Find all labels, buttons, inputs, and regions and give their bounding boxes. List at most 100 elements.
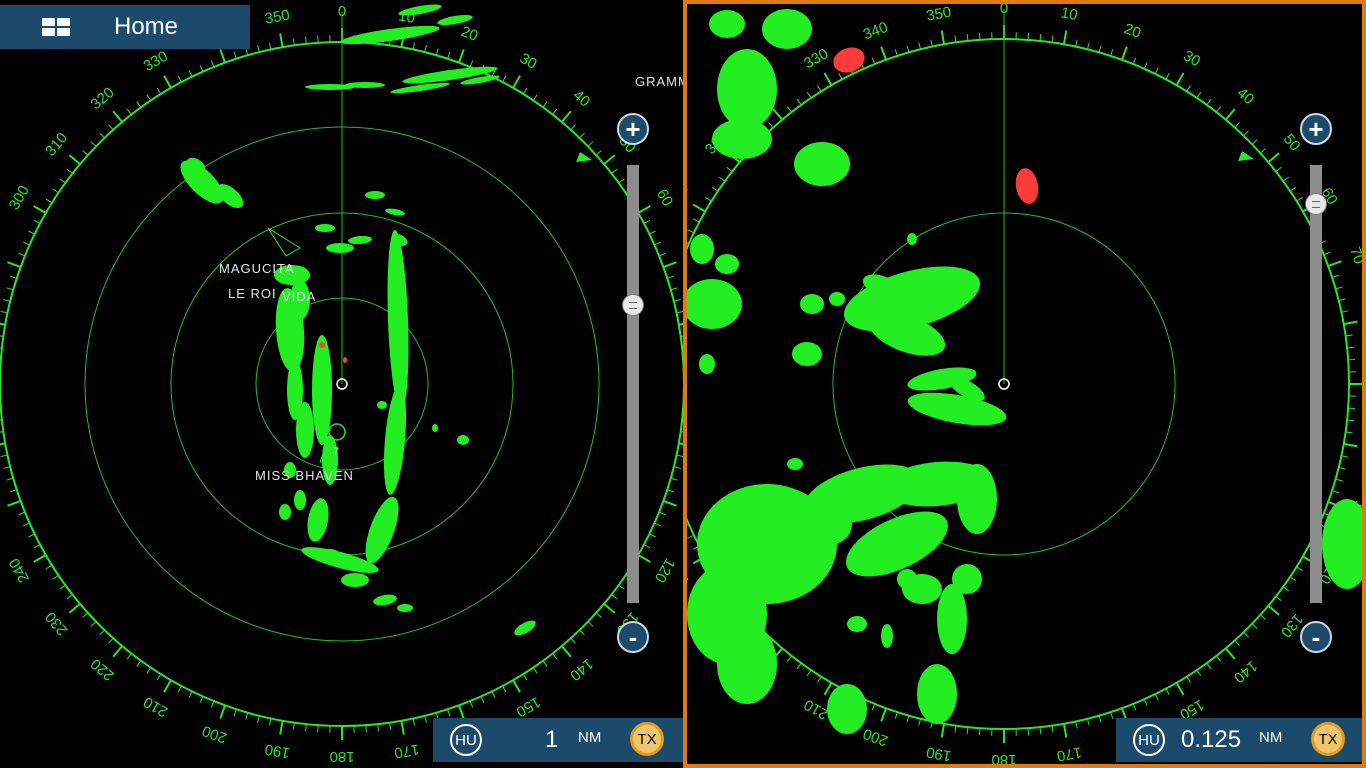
radar-echo	[907, 233, 917, 245]
radar-echo	[792, 342, 822, 366]
radar-echo	[762, 9, 812, 49]
bearing-tick	[894, 711, 898, 719]
bearing-label: 240	[687, 557, 692, 587]
bearing-tick	[188, 691, 193, 698]
bearing-label: 60	[653, 186, 676, 209]
bearing-tick	[768, 122, 774, 128]
bearing-tick	[1282, 176, 1290, 182]
radar-echo	[897, 569, 917, 589]
bearing-tick	[966, 33, 969, 41]
range-value[interactable]: 1	[545, 726, 558, 754]
orientation-button[interactable]: HU	[1133, 724, 1165, 756]
bearing-tick	[33, 205, 47, 214]
bearing-tick	[880, 46, 887, 61]
bearing-tick	[108, 124, 114, 131]
bearing-tick	[587, 621, 594, 627]
radar-echo	[712, 119, 772, 159]
bearing-tick	[59, 584, 66, 590]
orientation-button[interactable]: HU	[450, 724, 482, 756]
bearing-tick	[1196, 91, 1202, 99]
bearing-tick	[412, 42, 416, 50]
radar-pane-right[interactable]: 0102030405060708090100110120130140150160…	[683, 0, 1366, 768]
target-label[interactable]: MISS BHAVEN	[255, 468, 354, 483]
bearing-tick	[0, 310, 8, 314]
bearing-label: 210	[141, 693, 171, 720]
bearing-tick	[643, 544, 651, 549]
bearing-label: 140	[1230, 657, 1260, 686]
bearing-tick	[1331, 490, 1339, 494]
zoom-out-button[interactable]: -	[617, 621, 649, 653]
bearing-tick	[692, 218, 700, 223]
radar-echo	[397, 604, 413, 612]
radar-echo	[387, 230, 409, 410]
radar-display-left[interactable]: 0102030405060708090100110120130140150160…	[0, 0, 683, 768]
home-button[interactable]: Home	[0, 5, 250, 49]
bearing-tick	[532, 94, 538, 101]
bearing-label: 210	[801, 696, 831, 723]
bearing-label: 40	[570, 87, 594, 111]
bearing-tick	[1341, 310, 1349, 313]
target-label[interactable]: 7	[333, 446, 340, 458]
target-label[interactable]: GRAMM	[635, 74, 683, 89]
bearing-tick	[906, 715, 910, 723]
bearing-tick	[1216, 106, 1222, 113]
bearing-tick	[1110, 49, 1114, 57]
bearing-tick	[1132, 703, 1137, 711]
radar-pane-left[interactable]: 0102030405060708090100110120130140150160…	[0, 0, 683, 768]
bearing-tick	[1267, 604, 1280, 616]
bearing-tick	[1110, 711, 1114, 719]
bearing-tick	[502, 685, 507, 693]
bearing-tick	[918, 42, 922, 50]
bearing-tick	[400, 720, 405, 735]
bearing-tick	[806, 669, 812, 677]
bearing-tick	[210, 60, 215, 68]
range-value[interactable]: 0.125	[1181, 726, 1241, 754]
gain-slider[interactable]	[622, 165, 644, 603]
bearing-tick	[654, 522, 662, 527]
target-label[interactable]: LE ROI	[228, 286, 277, 301]
zoom-in-button[interactable]: +	[1300, 113, 1332, 145]
bearing-tick	[292, 38, 295, 46]
bearing-tick	[595, 612, 602, 618]
bearing-tick	[705, 197, 712, 202]
zoom-in-button[interactable]: +	[617, 113, 649, 145]
bearing-tick	[1051, 35, 1054, 43]
target-label[interactable]: VIDA	[282, 289, 316, 304]
bearing-label: 190	[925, 743, 953, 764]
bearing-label: 140	[566, 655, 596, 684]
bearing-tick	[45, 198, 53, 204]
bearing-tick	[1165, 688, 1170, 696]
bearing-tick	[823, 72, 833, 86]
bearing-tick	[1165, 72, 1170, 80]
bearing-tick	[643, 219, 651, 224]
bearing-label: 10	[1060, 4, 1079, 24]
gain-slider[interactable]	[1305, 165, 1327, 603]
bearing-tick	[1260, 614, 1266, 620]
radar-echo	[296, 402, 314, 458]
transmit-button[interactable]: TX	[630, 722, 664, 756]
transmit-button[interactable]: TX	[1311, 722, 1345, 756]
radar-echo	[457, 435, 469, 445]
bearing-tick	[1075, 39, 1078, 47]
bearing-tick	[1098, 45, 1102, 53]
zoom-out-button[interactable]: -	[1300, 621, 1332, 653]
home-label: Home	[114, 13, 179, 40]
bearing-tick	[1335, 286, 1343, 290]
bearing-tick	[1289, 576, 1297, 582]
bearing-tick	[9, 275, 17, 279]
bearing-tick	[1335, 478, 1343, 482]
bearing-tick	[1267, 152, 1280, 164]
bearing-tick	[1186, 85, 1191, 92]
heading-marker-icon	[1238, 151, 1254, 161]
bearing-tick	[603, 603, 616, 614]
radar-display-right[interactable]: 0102030405060708090100110120130140150160…	[687, 4, 1362, 764]
bearing-tick	[163, 679, 172, 693]
bearing-tick	[532, 667, 538, 674]
bearing-tick	[1062, 723, 1068, 738]
bearing-tick	[1296, 566, 1303, 571]
bearing-tick	[1251, 623, 1258, 629]
gain-slider-thumb[interactable]	[622, 294, 644, 316]
target-label[interactable]: MAGUCITA	[219, 261, 295, 276]
gain-slider-thumb[interactable]	[1305, 193, 1327, 215]
bearing-tick	[786, 106, 792, 113]
